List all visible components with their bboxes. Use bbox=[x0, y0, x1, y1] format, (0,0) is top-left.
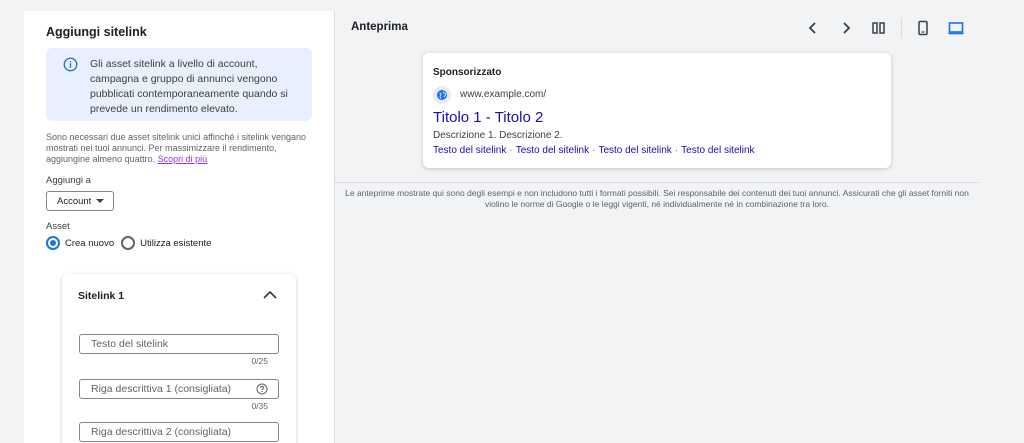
ad-sitelink[interactable]: Testo del sitelink bbox=[516, 145, 589, 156]
sitelink-separator: · bbox=[509, 145, 513, 156]
ad-description: Descrizione 1. Descrizione 2. bbox=[433, 130, 563, 141]
ad-url: www.example.com/ bbox=[460, 89, 547, 100]
preview-title: Anteprima bbox=[351, 21, 408, 33]
ad-sitelinks: Testo del sitelink · Testo del sitelink · Te… bbox=[433, 145, 755, 156]
learn-more-link[interactable]: Scopri di più bbox=[158, 154, 208, 164]
add-to-value: Account bbox=[57, 195, 92, 207]
description-line-2-placeholder: Riga descrittiva 2 (consigliata) bbox=[91, 426, 232, 438]
radio-use-existing-label: Utilizza esistente bbox=[140, 237, 212, 249]
radio-create-new-label: Crea nuovo bbox=[65, 237, 115, 249]
chevron-left-icon[interactable] bbox=[805, 20, 821, 36]
asset-label: Asset bbox=[46, 221, 70, 232]
caret-down-icon bbox=[96, 199, 104, 203]
info-text: Gli asset sitelink a livello di account,… bbox=[90, 58, 288, 115]
mobile-icon[interactable] bbox=[915, 20, 931, 36]
radio-button-checked[interactable] bbox=[46, 236, 60, 250]
sitelink-text-counter: 0/25 bbox=[251, 356, 268, 366]
description-line-1-placeholder: Riga descrittiva 1 (consigliata) bbox=[91, 383, 232, 395]
info-icon bbox=[63, 57, 78, 72]
description-line-2-input[interactable]: Riga descrittiva 2 (consigliata) bbox=[79, 422, 279, 442]
radio-create-new[interactable]: Crea nuovo bbox=[46, 236, 114, 250]
ad-sitelink[interactable]: Testo del sitelink bbox=[681, 145, 754, 156]
chevron-up-icon[interactable] bbox=[262, 289, 278, 301]
help-text: Sono necessari due asset sitelink unici … bbox=[46, 132, 321, 165]
description-line-1-counter: 0/35 bbox=[251, 401, 268, 411]
globe-icon bbox=[433, 86, 451, 104]
preview-disclaimer: Le anteprime mostrate qui sono degli ese… bbox=[345, 188, 969, 209]
ad-sitelink[interactable]: Testo del sitelink bbox=[598, 145, 671, 156]
ad-sitelink[interactable]: Testo del sitelink bbox=[433, 145, 506, 156]
sitelink-separator: · bbox=[674, 145, 679, 156]
add-to-label: Aggiungi a bbox=[46, 175, 91, 186]
desktop-icon[interactable] bbox=[948, 20, 964, 36]
description-line-1-input[interactable]: Riga descrittiva 1 (consigliata) bbox=[79, 379, 279, 399]
sitelink-title: Sitelink 1 bbox=[78, 290, 125, 302]
preview-panel: Anteprima Sponsorizzato www.example.com/… bbox=[335, 11, 979, 443]
asset-radio-group: Crea nuovo Utilizza esistente bbox=[46, 236, 218, 250]
header-divider bbox=[901, 18, 902, 38]
add-to-dropdown[interactable]: Account bbox=[46, 191, 114, 211]
panel-title: Aggiungi sitelink bbox=[46, 25, 147, 39]
radio-button[interactable] bbox=[121, 236, 136, 250]
preview-divider bbox=[335, 182, 979, 183]
preview-header: Anteprima bbox=[335, 11, 979, 43]
info-banner: Gli asset sitelink a livello di account,… bbox=[46, 48, 312, 121]
ad-preview-card: Sponsorizzato www.example.com/ Titolo 1 … bbox=[423, 53, 891, 168]
sitelink-editor-panel: Aggiungi sitelink Gli asset sitelink a l… bbox=[24, 11, 335, 443]
sitelink-separator: · bbox=[592, 145, 596, 156]
sponsored-label: Sponsorizzato bbox=[433, 67, 502, 78]
sitelink-text-input[interactable]: Testo del sitelink bbox=[79, 334, 279, 354]
sitelink-card: Sitelink 1 Testo del sitelink 0/25 Riga … bbox=[62, 274, 296, 443]
columns-icon[interactable] bbox=[871, 20, 887, 36]
chevron-right-icon[interactable] bbox=[838, 20, 854, 36]
radio-use-existing[interactable]: Utilizza esistente bbox=[121, 236, 211, 250]
sitelink-text-placeholder: Testo del sitelink bbox=[91, 338, 169, 350]
help-icon[interactable] bbox=[256, 383, 268, 395]
ad-headline[interactable]: Titolo 1 - Titolo 2 bbox=[433, 109, 543, 126]
